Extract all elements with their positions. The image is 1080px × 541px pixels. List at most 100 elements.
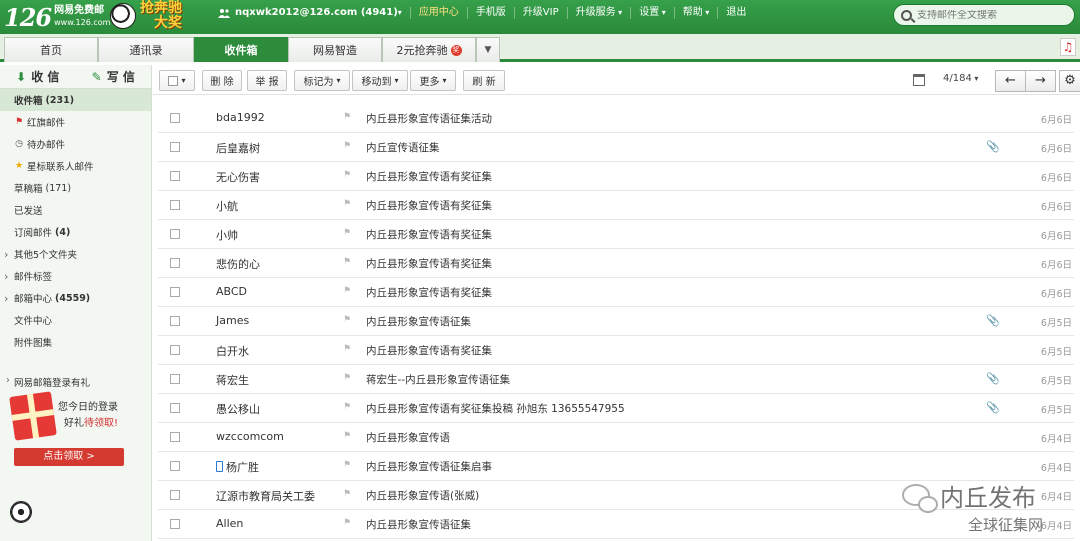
sidebar-item-starred-contacts[interactable]: ★ 星标联系人邮件 xyxy=(0,155,151,177)
mail-row[interactable]: ABCD ⚑ 内丘县形象宣传语有奖征集 6月6日 xyxy=(158,278,1074,307)
account-menu[interactable]: nqxwk2012@126.com (4941) xyxy=(210,7,410,19)
sidebar-item-todo[interactable]: ◷ 待办邮件 xyxy=(0,133,151,155)
search-input[interactable] xyxy=(917,9,1067,21)
claim-gift-button[interactable]: 点击领取 > xyxy=(14,448,124,466)
mail-checkbox[interactable] xyxy=(170,142,180,152)
mail-sender[interactable]: bda1992 xyxy=(216,111,265,124)
flag-icon[interactable]: ⚑ xyxy=(343,141,351,151)
mail-checkbox[interactable] xyxy=(170,519,180,529)
tab-benz-promo[interactable]: 2元抢奔驰 奖 xyxy=(382,37,476,62)
mail-sender[interactable]: 悲伤的心 xyxy=(216,256,260,272)
mail-sender[interactable]: 无心伤害 xyxy=(216,169,260,185)
mail-checkbox[interactable] xyxy=(170,345,180,355)
flag-icon[interactable]: ⚑ xyxy=(343,257,351,267)
mail-sender[interactable]: James xyxy=(216,314,249,327)
mail-sender[interactable]: wzccomcom xyxy=(216,430,284,443)
nav-app-center[interactable]: 应用中心 xyxy=(409,7,467,19)
tab-netease-zhizao[interactable]: 网易智造 xyxy=(288,37,382,62)
mail-subject[interactable]: 内丘县形象宣传语有奖征集 xyxy=(366,169,492,184)
mail-sender[interactable]: 愚公移山 xyxy=(216,401,260,417)
mail-row[interactable]: 杨广胜 ⚑ 内丘县形象宣传语征集启事 6月4日 xyxy=(158,452,1074,481)
flag-icon[interactable]: ⚑ xyxy=(343,170,351,180)
refresh-button[interactable]: 刷 新 xyxy=(463,70,505,91)
mail-subject[interactable]: 内丘县形象宣传语有奖征集 xyxy=(366,198,492,213)
promo-banner[interactable]: 抢奔驰 大奖 xyxy=(140,1,182,31)
mail-row[interactable]: 愚公移山 ⚑ 内丘县形象宣传语有奖征集投稿 孙旭东 13655547955 📎 6月5日 xyxy=(158,394,1074,423)
flag-icon[interactable]: ⚑ xyxy=(343,460,351,470)
tab-inbox[interactable]: 收件箱 xyxy=(194,37,288,62)
gift-title[interactable]: 网易邮箱登录有礼 xyxy=(6,375,146,391)
flag-icon[interactable]: ⚑ xyxy=(343,518,351,528)
mail-checkbox[interactable] xyxy=(170,461,180,471)
compose-button[interactable]: ✎ 写 信 xyxy=(76,65,152,88)
nav-mobile[interactable]: 手机版 xyxy=(466,7,514,19)
mail-checkbox[interactable] xyxy=(170,113,180,123)
tab-contacts[interactable]: 通讯录 xyxy=(98,37,194,62)
sidebar-item-other-folders[interactable]: 其他5个文件夹 xyxy=(0,243,151,265)
mail-checkbox[interactable] xyxy=(170,316,180,326)
mail-row[interactable]: bda1992 ⚑ 内丘县形象宣传语征集活动 6月6日 xyxy=(158,104,1074,133)
mail-row[interactable]: wzccomcom ⚑ 内丘县形象宣传语 6月4日 xyxy=(158,423,1074,452)
mail-row[interactable]: 蒋宏生 ⚑ 蒋宏生--内丘县形象宣传语征集 📎 6月5日 xyxy=(158,365,1074,394)
mail-checkbox[interactable] xyxy=(170,403,180,413)
mail-sender[interactable]: 蒋宏生 xyxy=(216,372,249,388)
sidebar-item-drafts[interactable]: 草稿箱 (171) xyxy=(0,177,151,199)
sidebar-item-subscriptions[interactable]: 订阅邮件 (4) xyxy=(0,221,151,243)
delete-button[interactable]: 删 除 xyxy=(202,70,242,91)
mail-subject[interactable]: 内丘县形象宣传语征集启事 xyxy=(366,459,492,474)
sidebar-item-flagged[interactable]: ⚑ 红旗邮件 xyxy=(0,111,151,133)
tab-more-chevron-down-icon[interactable]: ▼ xyxy=(476,37,500,62)
mail-sender[interactable]: 后皇嘉树 xyxy=(216,140,260,156)
mail-checkbox[interactable] xyxy=(170,432,180,442)
mail-subject[interactable]: 内丘县形象宣传语有奖征集 xyxy=(366,343,492,358)
flag-icon[interactable]: ⚑ xyxy=(343,344,351,354)
music-icon[interactable]: ♫ xyxy=(1060,38,1076,56)
mail-row[interactable]: 无心伤害 ⚑ 内丘县形象宣传语有奖征集 6月6日 xyxy=(158,162,1074,191)
mail-sender[interactable]: ABCD xyxy=(216,285,247,298)
logo[interactable]: 126 网易免费邮 www.126.com xyxy=(4,3,110,32)
flag-icon[interactable]: ⚑ xyxy=(343,228,351,238)
mail-sender[interactable]: 小帅 xyxy=(216,227,238,243)
next-page-button[interactable]: → xyxy=(1025,70,1056,92)
mail-checkbox[interactable] xyxy=(170,374,180,384)
mail-row[interactable]: 白开水 ⚑ 内丘县形象宣传语有奖征集 6月5日 xyxy=(158,336,1074,365)
select-all-checkbox[interactable] xyxy=(168,75,179,86)
mail-sender[interactable]: 辽源市教育局关工委 xyxy=(216,488,315,504)
mail-sender[interactable]: 小航 xyxy=(216,198,238,214)
sidebar-item-inbox[interactable]: 收件箱 (231) xyxy=(0,89,151,111)
sidebar-item-mailbox-center[interactable]: 邮箱中心(4559) xyxy=(0,287,151,309)
nav-logout[interactable]: 退出 xyxy=(717,7,754,19)
tab-home[interactable]: 首页 xyxy=(4,37,98,62)
page-indicator[interactable]: 4/184 xyxy=(943,73,978,84)
mail-sender[interactable]: 白开水 xyxy=(216,343,249,359)
mail-subject[interactable]: 内丘县形象宣传语 xyxy=(366,430,450,445)
mail-checkbox[interactable] xyxy=(170,171,180,181)
nav-upgrade-service[interactable]: 升级服务 xyxy=(566,7,631,19)
mail-subject[interactable]: 内丘县形象宣传语征集 xyxy=(366,314,471,329)
sidebar-item-attachment-gallery[interactable]: 附件图集 xyxy=(0,331,151,353)
more-dropdown[interactable]: 更多 xyxy=(410,70,456,91)
mail-subject[interactable]: 内丘县形象宣传语有奖征集投稿 孙旭东 13655547955 xyxy=(366,401,625,416)
receive-button[interactable]: ⬇ 收 信 xyxy=(0,65,76,88)
mail-row[interactable]: 悲伤的心 ⚑ 内丘县形象宣传语有奖征集 6月6日 xyxy=(158,249,1074,278)
prev-page-button[interactable]: ← xyxy=(995,70,1026,92)
sidebar-item-mail-tags[interactable]: 邮件标签 xyxy=(0,265,151,287)
nav-settings[interactable]: 设置 xyxy=(630,7,674,19)
nav-upgrade-vip[interactable]: 升级VIP xyxy=(513,7,567,19)
move-to-dropdown[interactable]: 移动到 xyxy=(352,70,408,91)
select-all-dropdown[interactable] xyxy=(159,70,195,91)
mail-checkbox[interactable] xyxy=(170,287,180,297)
nav-help[interactable]: 帮助 xyxy=(673,7,718,19)
mark-as-dropdown[interactable]: 标记为 xyxy=(294,70,350,91)
calendar-icon[interactable] xyxy=(913,74,925,86)
mail-subject[interactable]: 内丘县形象宣传语有奖征集 xyxy=(366,256,492,271)
report-button[interactable]: 举 报 xyxy=(247,70,287,91)
mail-row[interactable]: 小帅 ⚑ 内丘县形象宣传语有奖征集 6月6日 xyxy=(158,220,1074,249)
flag-icon[interactable]: ⚑ xyxy=(343,199,351,209)
flag-icon[interactable]: ⚑ xyxy=(343,286,351,296)
mail-subject[interactable]: 内丘县形象宣传语征集活动 xyxy=(366,111,492,126)
mail-subject[interactable]: 内丘宣传语征集 xyxy=(366,140,440,155)
mail-sender[interactable]: 杨广胜 xyxy=(216,459,259,475)
search-icon[interactable] xyxy=(901,9,912,21)
mail-sender[interactable]: Allen xyxy=(216,517,243,530)
